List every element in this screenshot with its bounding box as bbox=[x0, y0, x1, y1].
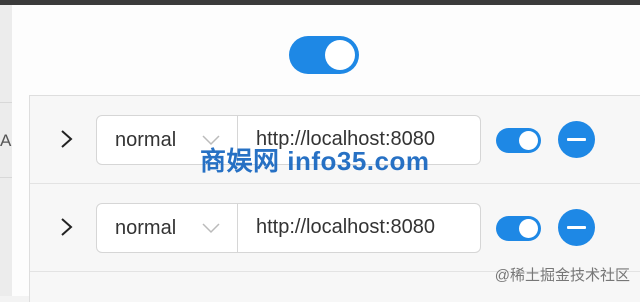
mode-select-value: normal bbox=[115, 129, 177, 151]
chevron-right-icon[interactable] bbox=[55, 128, 77, 150]
sidebar-edge: A bbox=[0, 5, 12, 296]
chevron-down-icon bbox=[202, 223, 220, 234]
rule-enable-toggle[interactable] bbox=[496, 216, 541, 241]
remove-rule-button[interactable] bbox=[558, 209, 595, 246]
rule-enable-toggle[interactable] bbox=[496, 128, 541, 153]
mode-select-value: normal bbox=[115, 217, 177, 239]
toggle-knob bbox=[325, 40, 355, 70]
remove-rule-button[interactable] bbox=[558, 121, 595, 158]
minus-icon bbox=[567, 226, 586, 229]
sidebar-partial-label: A bbox=[0, 131, 12, 150]
target-url-input[interactable]: http://localhost:8080 bbox=[238, 203, 481, 253]
mode-select[interactable]: normal bbox=[96, 203, 238, 253]
credit-text: @稀土掘金技术社区 bbox=[494, 267, 630, 284]
watermark-text: 商娱网 info35.com bbox=[200, 146, 430, 176]
main-enable-toggle[interactable] bbox=[289, 36, 359, 74]
toggle-knob bbox=[519, 219, 538, 238]
chevron-right-icon[interactable] bbox=[55, 216, 77, 238]
minus-icon bbox=[567, 138, 586, 141]
toggle-knob bbox=[519, 131, 538, 150]
proxy-rule-row: normal http://localhost:8080 bbox=[30, 184, 640, 272]
